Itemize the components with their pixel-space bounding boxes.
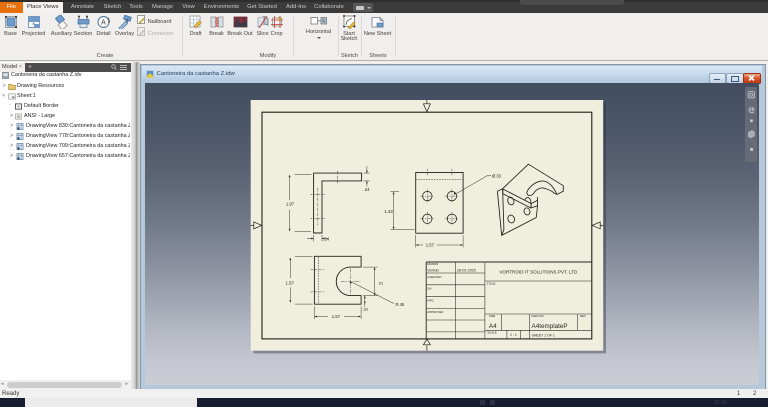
svg-text:TITLE: TITLE	[487, 282, 496, 286]
svg-text:APPROVED: APPROVED	[427, 310, 443, 314]
svg-text:REV: REV	[580, 314, 586, 318]
svg-text:A: A	[101, 20, 106, 27]
svg-text:28-02-2020: 28-02-2020	[457, 268, 476, 272]
svg-text:.24: .24	[364, 187, 371, 192]
svg-text:R.45: R.45	[396, 302, 405, 307]
svg-text:SCALE: SCALE	[487, 330, 497, 334]
svg-text:1.57: 1.57	[426, 242, 435, 247]
svg-text:Vortxid: Vortxid	[427, 268, 438, 272]
svg-text:1.97: 1.97	[286, 201, 295, 206]
svg-text:A4: A4	[489, 323, 497, 330]
svg-text:VORTROID IT SOLUTIONS PVT. LTD: VORTROID IT SOLUTIONS PVT. LTD	[499, 269, 578, 274]
svg-text:1.57: 1.57	[286, 280, 295, 285]
svg-text:MFG: MFG	[427, 298, 434, 302]
svg-text:1 : 1: 1 : 1	[510, 333, 517, 337]
svg-text:.33: .33	[362, 306, 367, 311]
svg-text:SHEET 1 OF 1: SHEET 1 OF 1	[532, 333, 555, 337]
svg-text:.91: .91	[378, 280, 383, 285]
svg-text:SIZE: SIZE	[489, 314, 495, 318]
svg-text:.24: .24	[323, 236, 330, 241]
svg-text:QA: QA	[427, 286, 431, 290]
svg-text:1.57: 1.57	[332, 314, 341, 319]
svg-text:DWG NO: DWG NO	[532, 314, 545, 318]
svg-text:A4templateP: A4templateP	[532, 323, 568, 330]
svg-text:DRAWN: DRAWN	[427, 262, 438, 266]
svg-text:Ø.33: Ø.33	[492, 173, 502, 178]
svg-text:CHECKED: CHECKED	[427, 275, 441, 279]
svg-text:1.43: 1.43	[384, 209, 393, 214]
